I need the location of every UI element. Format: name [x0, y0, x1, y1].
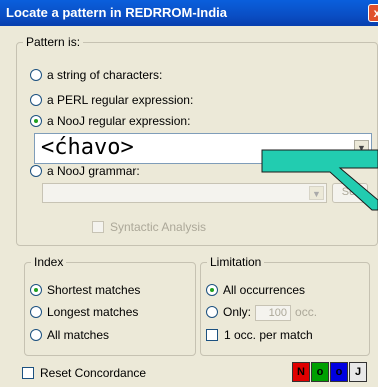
locate-pattern-dialog: Locate a pattern in REDRROM-India x Patt… [0, 0, 378, 387]
annotation-arrow-shape [261, 149, 378, 211]
annotation-arrow-icon [261, 149, 378, 211]
